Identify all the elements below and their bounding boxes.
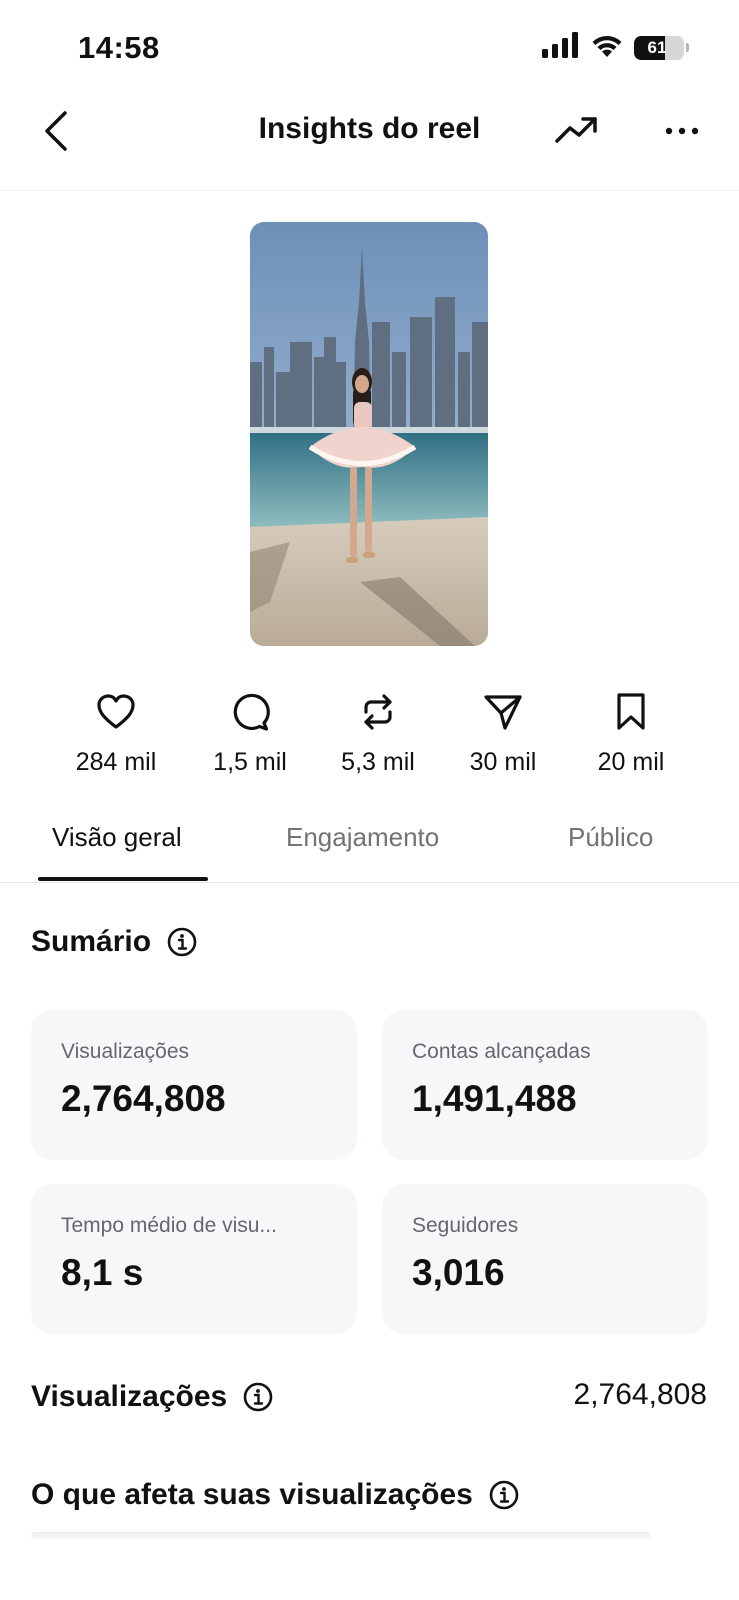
trending-up-icon: [555, 115, 599, 150]
views-total: 2,764,808: [573, 1378, 707, 1411]
status-bar: 14:58 61: [0, 0, 739, 90]
likes-count: 284 mil: [75, 748, 157, 776]
comment-icon: [230, 690, 270, 734]
info-icon[interactable]: [243, 1382, 273, 1412]
views-heading: Visualizações: [31, 1380, 273, 1414]
reposts-metric[interactable]: 5,3 mil: [318, 690, 438, 777]
followers-card[interactable]: Seguidores 3,016: [382, 1184, 708, 1334]
comments-metric[interactable]: 1,5 mil: [190, 690, 310, 777]
info-icon[interactable]: [167, 927, 197, 957]
wifi-icon: [590, 32, 624, 63]
tab-audience[interactable]: Público: [568, 822, 653, 853]
header: Insights do reel: [0, 90, 739, 191]
views-title: Visualizações: [31, 1380, 228, 1413]
accounts-reached-card[interactable]: Contas alcançadas 1,491,488: [382, 1010, 708, 1160]
active-tab-indicator: [38, 877, 208, 881]
comments-count: 1,5 mil: [213, 748, 287, 776]
avg-watch-time-label: Tempo médio de visu...: [61, 1214, 277, 1237]
repost-icon: [360, 690, 396, 734]
info-icon[interactable]: [489, 1480, 519, 1510]
tab-engagement[interactable]: Engajamento: [286, 822, 439, 853]
views-card[interactable]: Visualizações 2,764,808: [31, 1010, 357, 1160]
views-card-label: Visualizações: [61, 1040, 190, 1063]
share-icon: [483, 690, 523, 734]
reposts-count: 5,3 mil: [341, 748, 415, 776]
more-options-button[interactable]: [660, 110, 704, 154]
affects-views-title: O que afeta suas visualizações: [31, 1478, 473, 1511]
avg-watch-time-card[interactable]: Tempo médio de visu... 8,1 s: [31, 1184, 357, 1334]
battery-cap: [686, 43, 689, 52]
saves-metric[interactable]: 20 mil: [571, 690, 691, 777]
reel-thumbnail[interactable]: [250, 222, 488, 646]
metrics-row: 284 mil 1,5 mil 5,3 mil 30 mil 20 mil: [0, 690, 739, 790]
trending-button[interactable]: [552, 110, 602, 154]
tab-overview[interactable]: Visão geral: [52, 822, 182, 853]
shares-count: 30 mil: [469, 748, 537, 776]
page-title: Insights do reel: [258, 112, 481, 145]
shares-metric[interactable]: 30 mil: [443, 690, 563, 777]
battery-percentage: 61: [647, 37, 667, 57]
followers-value: 3,016: [412, 1252, 505, 1293]
saves-count: 20 mil: [597, 748, 665, 776]
reel-thumbnail-image: [250, 222, 488, 646]
accounts-reached-label: Contas alcançadas: [412, 1040, 591, 1063]
more-horizontal-icon: [665, 123, 699, 141]
accounts-reached-value: 1,491,488: [412, 1078, 577, 1119]
heart-icon: [96, 690, 136, 734]
summary-title: Sumário: [31, 925, 152, 958]
avg-watch-time-value: 8,1 s: [61, 1252, 144, 1293]
views-card-value: 2,764,808: [61, 1078, 226, 1119]
followers-label: Seguidores: [412, 1214, 519, 1237]
likes-metric[interactable]: 284 mil: [56, 690, 176, 777]
bookmark-icon: [615, 690, 647, 734]
affects-views-heading: O que afeta suas visualizações: [31, 1478, 519, 1512]
status-time: 14:58: [78, 30, 160, 65]
battery-icon: 61: [634, 35, 684, 60]
status-icons: 61: [542, 32, 689, 63]
summary-heading: Sumário: [31, 925, 197, 959]
insights-tabs: Visão geral Engajamento Público: [0, 812, 739, 883]
cellular-signal-icon: [542, 32, 580, 63]
truncated-content-fade: [31, 1532, 651, 1540]
